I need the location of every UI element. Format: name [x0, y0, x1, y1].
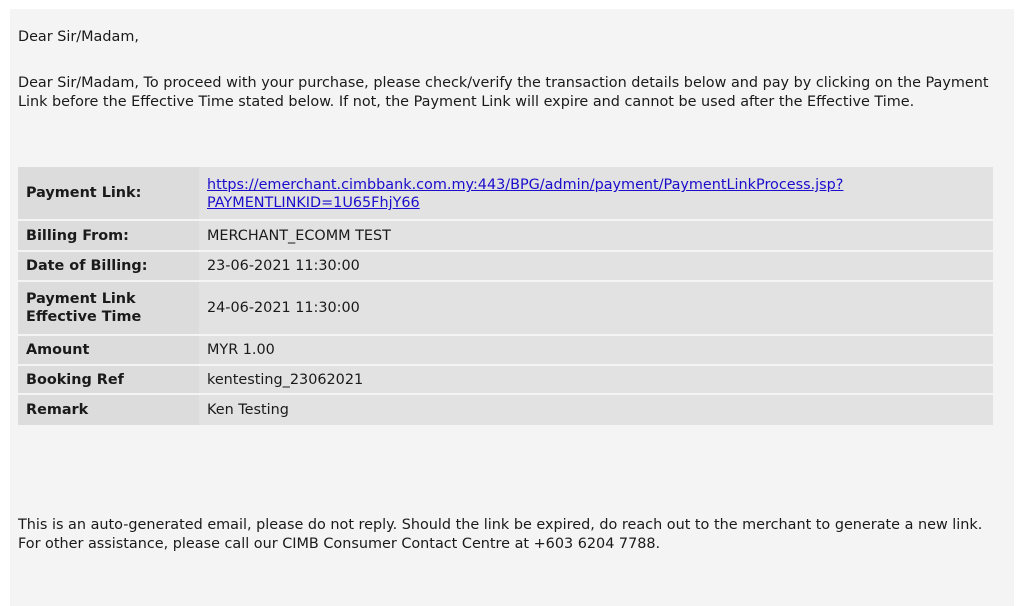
booking-ref-value: kentesting_23062021 [199, 365, 993, 395]
intro-text: Dear Sir/Madam, To proceed with your pur… [18, 75, 989, 110]
table-row-effective-time: Payment Link Effective Time 24-06-2021 11… [18, 281, 993, 336]
billing-from-value: MERCHANT_ECOMM TEST [199, 220, 993, 252]
effective-time-value: 24-06-2021 11:30:00 [199, 281, 993, 336]
footer-text: This is an auto-generated email, please … [18, 517, 983, 552]
footer-paragraph: This is an auto-generated email, please … [18, 516, 993, 553]
table-row-date-of-billing: Date of Billing: 23-06-2021 11:30:00 [18, 251, 993, 282]
date-of-billing-label: Date of Billing: [18, 251, 199, 282]
table-row-payment-link: Payment Link: https://emerchant.cimbbank… [18, 167, 993, 221]
table-row-billing-from: Billing From: MERCHANT_ECOMM TEST [18, 220, 993, 252]
effective-time-label-line2: Effective Time [26, 309, 142, 325]
transaction-details-table: Payment Link: https://emerchant.cimbbank… [18, 167, 993, 425]
amount-label: Amount [18, 335, 199, 366]
payment-link-cell: https://emerchant.cimbbank.com.my:443/BP… [199, 167, 993, 221]
payment-link-url-line2: PAYMENTLINKID=1U65FhjY66 [207, 195, 420, 211]
effective-time-label-line1: Payment Link [26, 291, 136, 307]
booking-ref-label: Booking Ref [18, 365, 199, 395]
table-row-amount: Amount MYR 1.00 [18, 335, 993, 366]
remark-label: Remark [18, 394, 199, 425]
payment-link[interactable]: https://emerchant.cimbbank.com.my:443/BP… [207, 174, 987, 212]
table-row-booking-ref: Booking Ref kentesting_23062021 [18, 365, 993, 395]
billing-from-label: Billing From: [18, 220, 199, 252]
table-row-remark: Remark Ken Testing [18, 394, 993, 425]
intro-paragraph: Dear Sir/Madam, To proceed with your pur… [18, 74, 993, 111]
amount-value: MYR 1.00 [199, 335, 993, 366]
date-of-billing-value: 23-06-2021 11:30:00 [199, 251, 993, 282]
payment-link-label: Payment Link: [18, 167, 199, 221]
remark-value: Ken Testing [199, 394, 993, 425]
effective-time-label: Payment Link Effective Time [18, 281, 199, 336]
payment-link-url-line1: https://emerchant.cimbbank.com.my:443/BP… [207, 177, 844, 193]
greeting-text: Dear Sir/Madam, [18, 29, 139, 45]
